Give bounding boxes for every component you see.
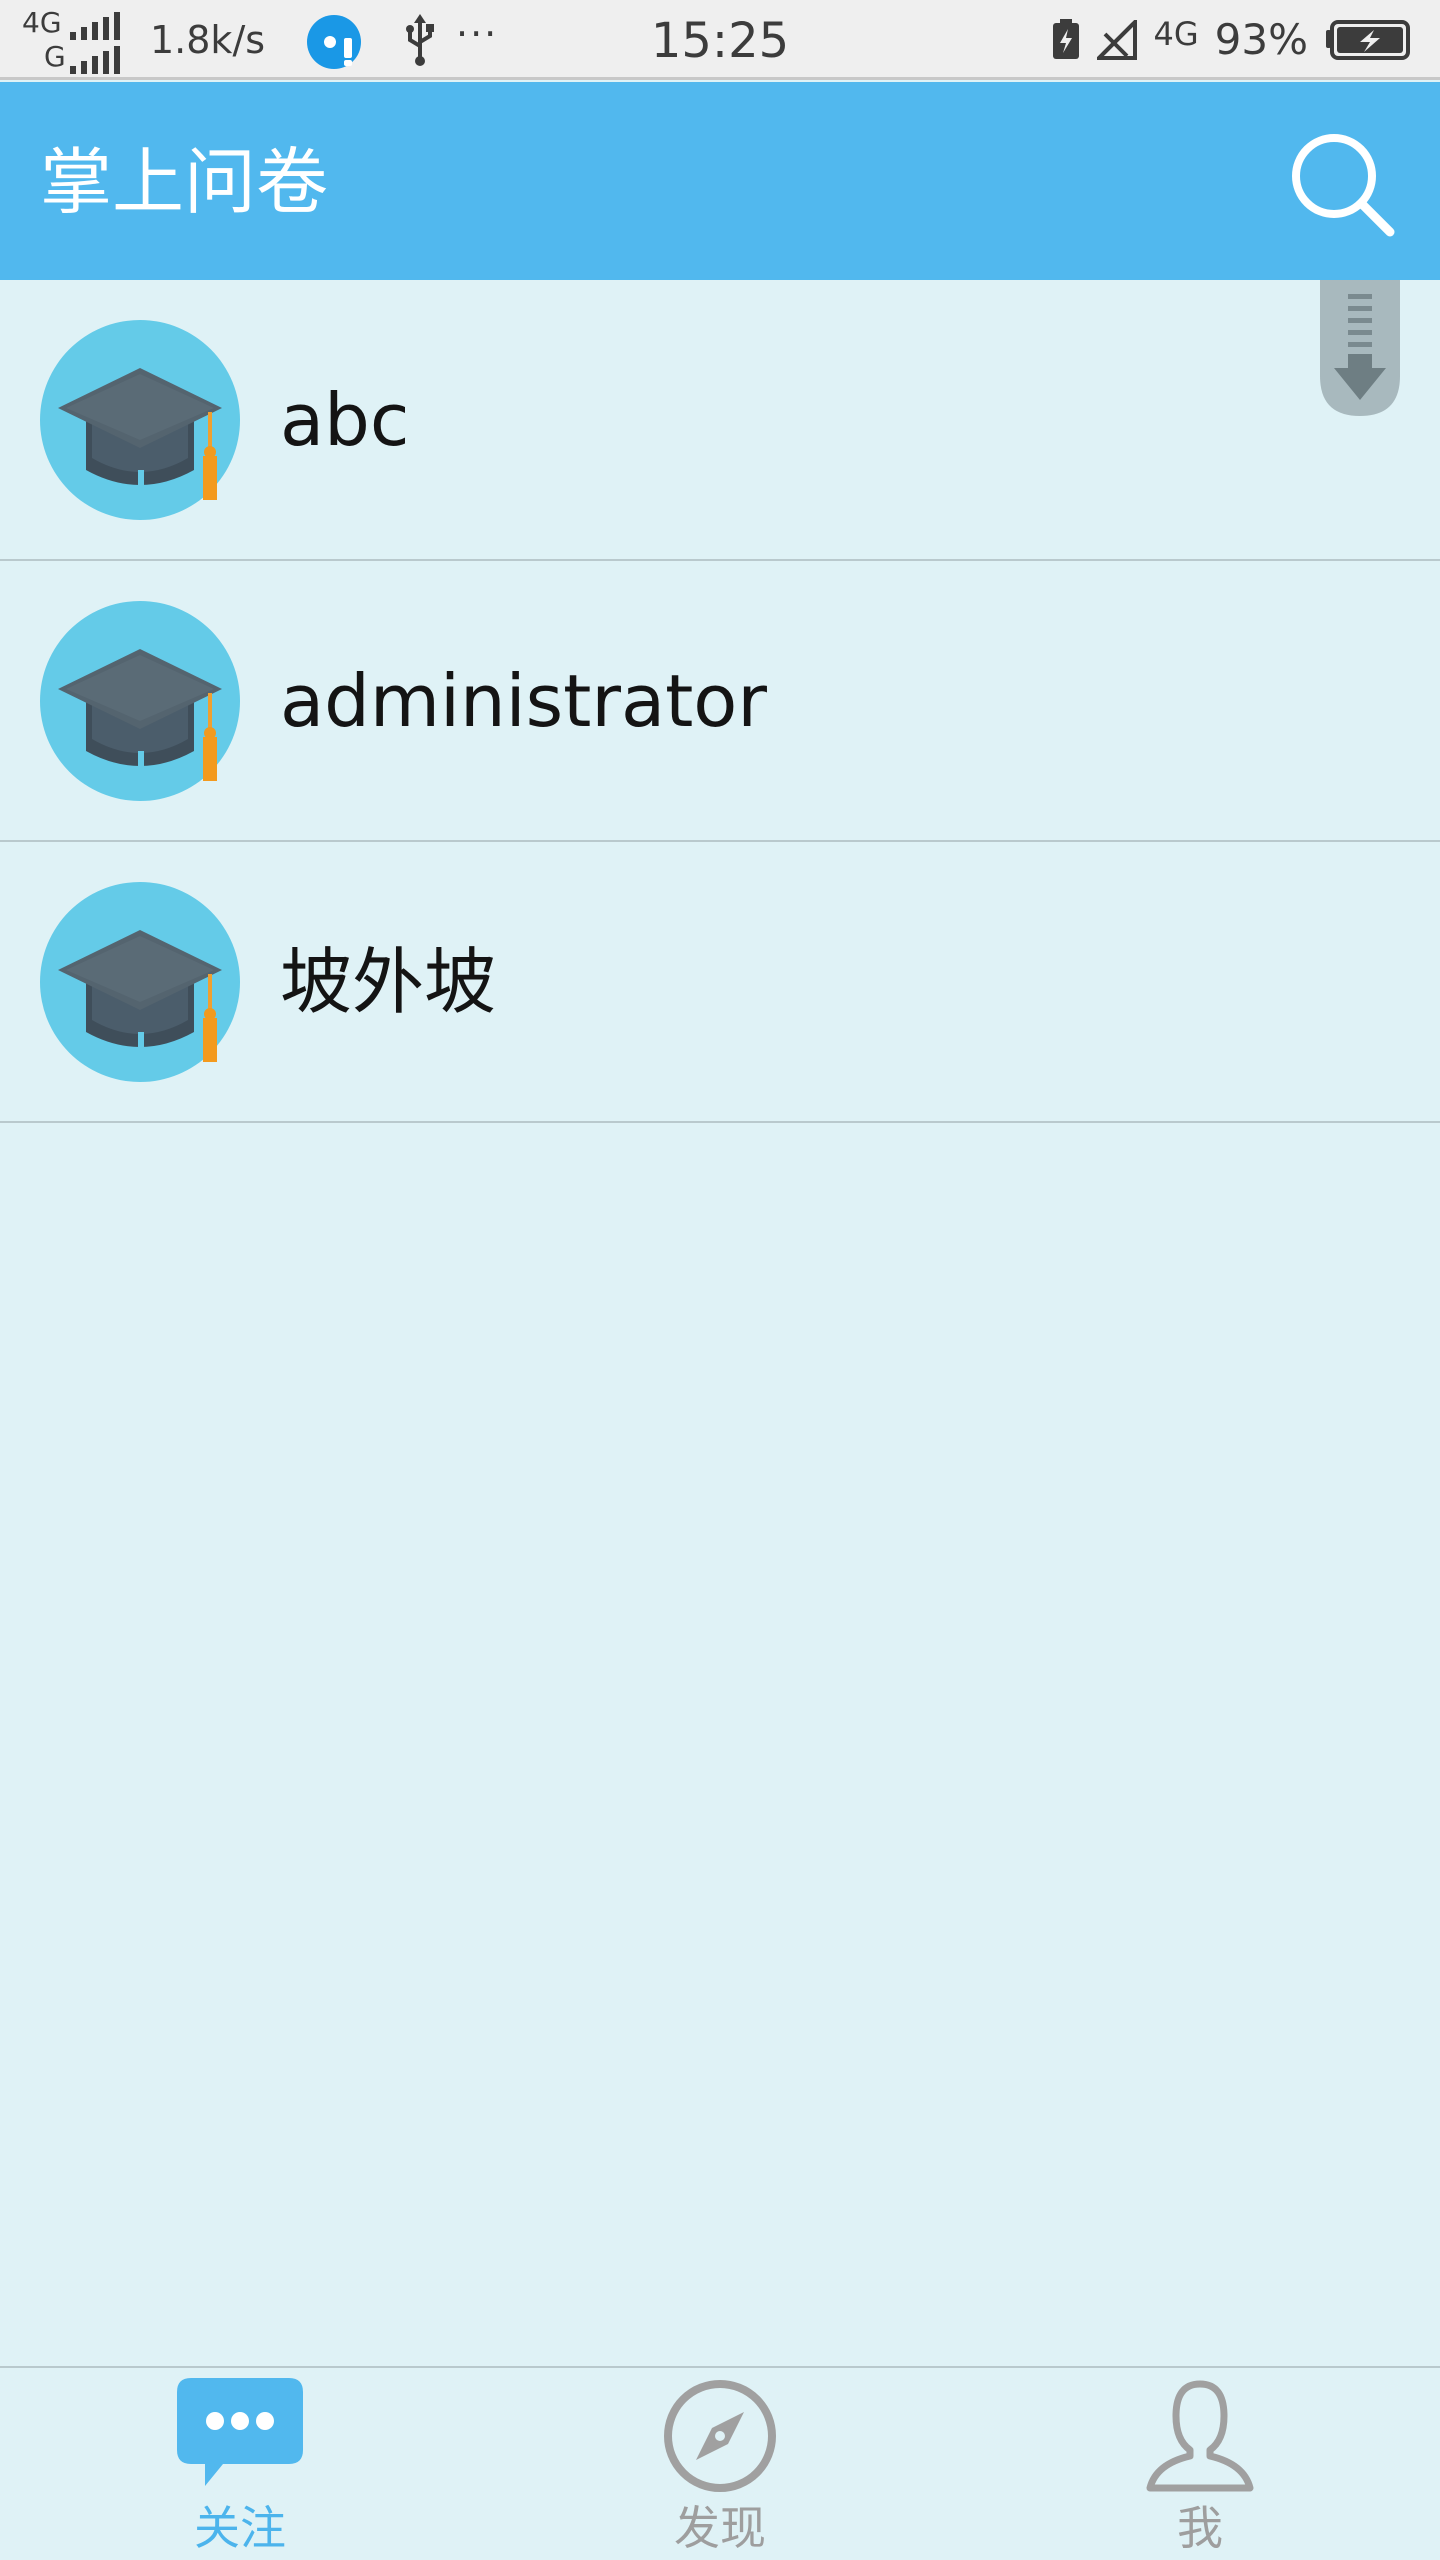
status-right-group: 4G 93% — [1051, 16, 1410, 64]
tab-discover-label: 发现 — [674, 2501, 766, 2555]
list-item-label: administrator — [280, 659, 767, 743]
list-item-label: 坡外坡 — [280, 940, 497, 1024]
graduation-cap-avatar-icon — [40, 320, 240, 520]
search-icon[interactable] — [1284, 126, 1400, 242]
page-title: 掌上问卷 — [40, 140, 329, 224]
list-item[interactable]: administrator — [0, 561, 1440, 842]
pull-down-arrow-icon[interactable] — [1320, 280, 1400, 416]
battery-percentage: 93% — [1214, 15, 1308, 64]
status-bar: 4G G 1.8k/s ··· 15:25 4G 93% — [0, 0, 1440, 80]
bottom-tab-bar: 关注 发现 我 — [0, 2366, 1440, 2560]
list-item[interactable]: 坡外坡 — [0, 842, 1440, 1123]
tab-follow-label: 关注 — [194, 2501, 286, 2555]
tab-follow[interactable]: 关注 — [90, 2368, 390, 2560]
list-item[interactable]: abc — [0, 280, 1440, 561]
battery-saver-icon — [1053, 19, 1080, 59]
tab-discover[interactable]: 发现 — [570, 2368, 870, 2560]
tab-me-label: 我 — [1177, 2501, 1223, 2555]
graduation-cap-avatar-icon — [40, 601, 240, 801]
compass-icon — [664, 2380, 776, 2492]
battery-charging-icon — [1326, 20, 1410, 60]
chat-bubble-icon — [177, 2378, 303, 2486]
follow-list: abc administrator 坡外坡 — [0, 280, 1440, 1123]
network-type-label: 4G — [1153, 15, 1199, 53]
list-item-label: abc — [280, 378, 410, 462]
app-header: 掌上问卷 — [0, 82, 1440, 280]
no-sim-signal-icon — [1097, 20, 1138, 60]
tab-me[interactable]: 我 — [1050, 2368, 1350, 2560]
person-icon — [1146, 2380, 1254, 2492]
graduation-cap-avatar-icon — [40, 882, 240, 1082]
